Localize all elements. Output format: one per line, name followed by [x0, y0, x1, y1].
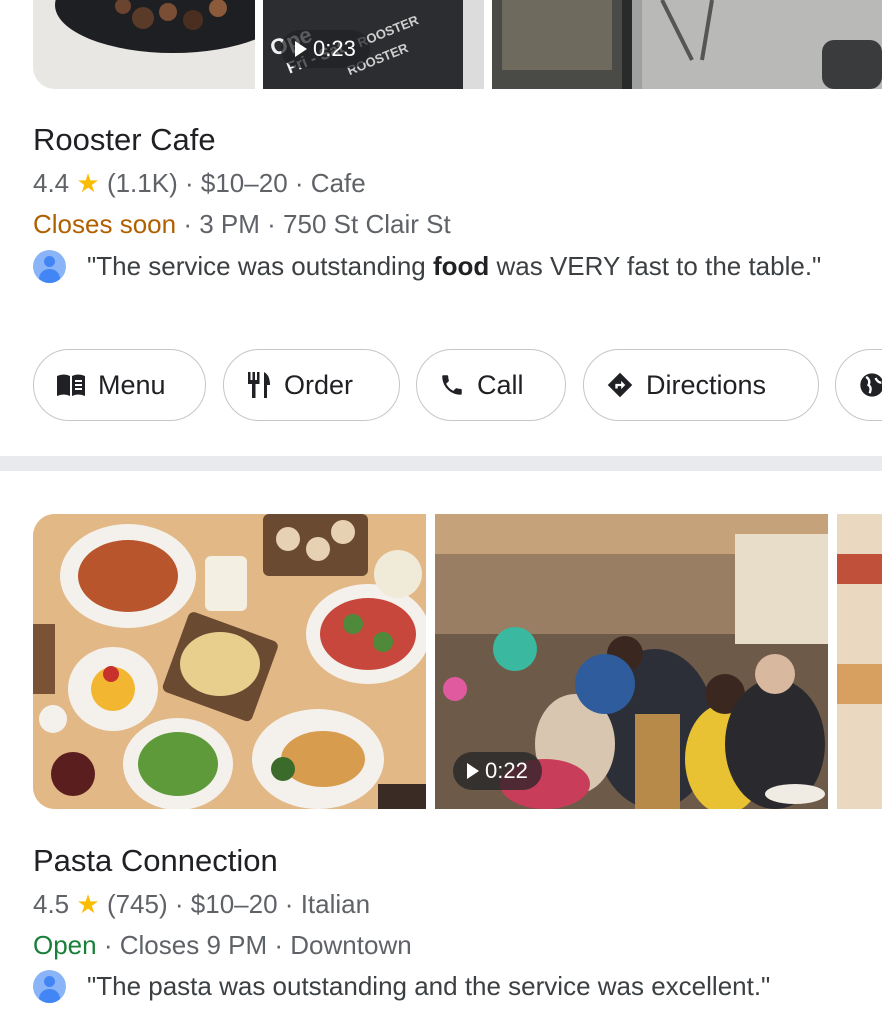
directions-icon — [607, 372, 633, 398]
directions-label: Directions — [646, 369, 767, 400]
review-highlight: food — [432, 251, 490, 281]
photo-carousel-rooster[interactable]: Ope Fri - Sat ROOSTER ROOSTER 0:23 — [0, 0, 882, 89]
rating-value: 4.4 — [33, 168, 70, 198]
photo-carousel-pasta[interactable]: 0:22 — [0, 514, 882, 809]
price-range: $10–20 — [190, 889, 278, 919]
place-name[interactable]: Rooster Cafe — [33, 122, 216, 158]
avatar — [33, 250, 66, 283]
photo-interior[interactable] — [837, 514, 882, 809]
play-icon — [295, 41, 307, 57]
separator: · — [103, 930, 113, 960]
hours-value: Closes 9 PM — [119, 930, 268, 960]
photo-video-storefront[interactable]: Ope Fri - Sat ROOSTER ROOSTER 0:23 — [263, 0, 484, 89]
call-label: Call — [477, 369, 524, 400]
open-status: Closes soon — [33, 209, 177, 239]
directions-button[interactable]: Directions — [583, 349, 819, 421]
star-icon: ★ — [76, 889, 100, 919]
separator: · — [267, 209, 276, 239]
review-text-part: "The service was outstanding — [87, 251, 433, 281]
review-count[interactable]: (1.1K) — [107, 168, 178, 198]
review-text: "The service was outstanding food was VE… — [87, 246, 847, 287]
address: 750 St Clair St — [283, 209, 451, 239]
website-button[interactable] — [835, 349, 882, 421]
place-hours: Open · Closes 9 PM · Downtown — [33, 930, 412, 961]
place-meta: 4.4 ★ (1.1K) · $10–20 · Cafe — [33, 168, 366, 199]
action-chips: Menu Order Call Directions — [0, 349, 882, 425]
order-label: Order — [284, 369, 354, 400]
separator: · — [274, 930, 284, 960]
category: Italian — [300, 889, 371, 919]
video-duration: 0:22 — [485, 758, 528, 783]
globe-icon — [860, 373, 882, 397]
interior-image — [837, 514, 882, 809]
open-status: Open — [33, 930, 97, 960]
order-button[interactable]: Order — [223, 349, 400, 421]
menu-book-icon — [57, 374, 85, 396]
menu-label: Menu — [98, 369, 166, 400]
separator: · — [284, 889, 294, 919]
section-divider — [0, 456, 882, 471]
review-snippet: "The service was outstanding food was VE… — [33, 246, 833, 328]
star-icon: ★ — [76, 168, 100, 198]
restaurant-icon — [248, 372, 270, 398]
menu-button[interactable]: Menu — [33, 349, 206, 421]
video-duration-badge: 0:22 — [453, 752, 542, 790]
separator: · — [183, 209, 192, 239]
avatar — [33, 970, 66, 1003]
call-button[interactable]: Call — [416, 349, 566, 421]
food-plate-image — [55, 0, 255, 53]
photo-video-dining-room[interactable]: 0:22 — [435, 514, 828, 809]
place-name[interactable]: Pasta Connection — [33, 843, 278, 879]
patio-image — [492, 0, 882, 89]
review-count[interactable]: (745) — [107, 889, 168, 919]
phone-icon — [442, 375, 462, 395]
separator: · — [174, 889, 184, 919]
address: Downtown — [290, 930, 412, 960]
rating-value: 4.5 — [33, 889, 70, 919]
play-icon — [467, 763, 479, 779]
photo-food-spread[interactable] — [33, 514, 426, 809]
review-text: "The pasta was outstanding and the servi… — [87, 971, 771, 1001]
review-text-part: was VERY fast to the table." — [489, 251, 822, 281]
place-hours: Closes soon · 3 PM · 750 St Clair St — [33, 209, 451, 240]
video-duration: 0:23 — [313, 36, 356, 61]
price-range: $10–20 — [200, 168, 288, 198]
place-meta: 4.5 ★ (745) · $10–20 · Italian — [33, 889, 370, 920]
category: Cafe — [310, 168, 366, 198]
video-duration-badge: 0:23 — [281, 30, 370, 68]
separator: · — [184, 168, 194, 198]
hours-value: 3 PM — [199, 209, 260, 239]
review-snippet: "The pasta was outstanding and the servi… — [33, 966, 833, 1007]
food-spread-image — [33, 514, 426, 809]
separator: · — [294, 168, 304, 198]
photo-food[interactable] — [33, 0, 255, 89]
photo-patio[interactable] — [492, 0, 882, 89]
